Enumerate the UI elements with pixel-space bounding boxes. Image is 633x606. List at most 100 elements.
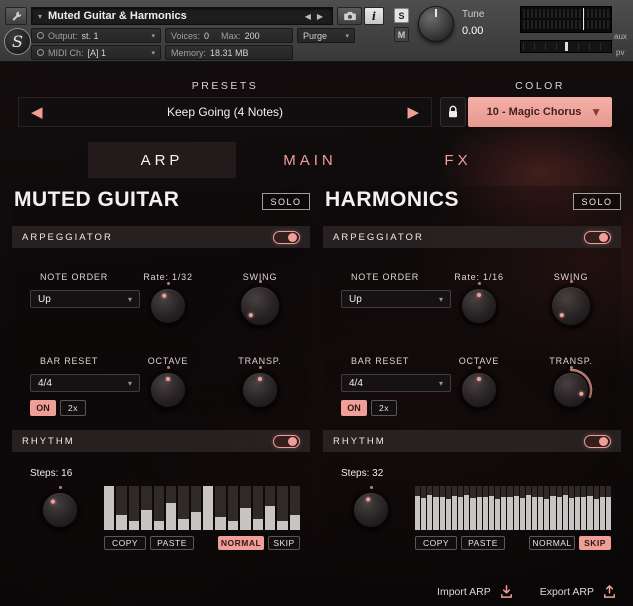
tune-value[interactable]: 0.00: [462, 25, 483, 37]
pan-slider[interactable]: [520, 40, 612, 53]
lock-icon: [447, 105, 459, 119]
rhythm-toggle[interactable]: [273, 435, 300, 448]
octave-knob[interactable]: [461, 372, 497, 408]
normal-button[interactable]: NORMAL: [218, 536, 264, 550]
copy-button[interactable]: COPY: [415, 536, 457, 550]
color-label: COLOR: [468, 80, 612, 92]
instrument-menu-icon[interactable]: ▾: [38, 12, 42, 21]
output-select[interactable]: Output: st. 1 ▾: [31, 28, 161, 43]
aux-label[interactable]: aux: [614, 32, 627, 41]
pv-label[interactable]: pv: [616, 48, 624, 57]
skip-button[interactable]: SKIP: [268, 536, 300, 550]
instrument-title: Muted Guitar & Harmonics: [48, 10, 302, 22]
note-order-select[interactable]: Up ▾: [341, 290, 451, 308]
import-arp-button[interactable]: Import ARP: [437, 584, 514, 599]
arpeggiator-label: ARPEGGIATOR: [22, 232, 113, 243]
rhythm-label: RHYTHM: [22, 436, 75, 447]
tab-main[interactable]: MAIN: [236, 142, 384, 178]
skip-button[interactable]: SKIP: [579, 536, 611, 550]
solo-header-label: S: [398, 11, 404, 21]
rhythm-header: RHYTHM: [12, 430, 310, 452]
rate-knob[interactable]: [150, 288, 186, 324]
transpose-label: TRANSP.: [529, 356, 613, 366]
chevron-down-icon: ▾: [151, 32, 155, 40]
transpose-label: TRANSP.: [218, 356, 302, 366]
kontakt-window: S ▾ Muted Guitar & Harmonics ◀ ▶ i S M T…: [0, 0, 633, 606]
import-arp-label: Import ARP: [437, 586, 491, 598]
purge-menu[interactable]: Purge ▾: [297, 28, 355, 43]
level-meters: [520, 6, 612, 33]
octave-knob[interactable]: [150, 372, 186, 408]
swing-knob[interactable]: [240, 286, 280, 326]
bar-reset-on-button[interactable]: ON: [30, 400, 56, 416]
chevron-down-icon: ▼: [590, 105, 602, 119]
rhythm-toggle[interactable]: [584, 435, 611, 448]
bar-reset-on-button[interactable]: ON: [341, 400, 367, 416]
voices-display: Voices: 0 Max: 200: [165, 28, 293, 43]
bar-reset-2x-button[interactable]: 2x: [60, 400, 86, 416]
rhythm-step-grid[interactable]: [104, 486, 300, 530]
output-icon: [37, 32, 44, 39]
tab-arp[interactable]: ARP: [88, 142, 236, 178]
preset-lock-button[interactable]: [440, 97, 466, 127]
memory-display: Memory: 18.31 MB: [165, 45, 293, 60]
note-order-select[interactable]: Up ▾: [30, 290, 140, 308]
rate-label: Rate: 1/16: [439, 272, 519, 282]
panel-title: MUTED GUITAR: [14, 188, 179, 212]
swing-knob[interactable]: [551, 286, 591, 326]
tune-knob[interactable]: [418, 6, 454, 42]
presets-label: PRESETS: [18, 80, 432, 92]
logo-letter: S: [12, 32, 23, 51]
bar-reset-value: 4/4: [349, 378, 363, 389]
toggle-knob: [288, 233, 297, 242]
paste-button[interactable]: PASTE: [150, 536, 194, 550]
toggle-knob: [599, 233, 608, 242]
mute-header-button[interactable]: M: [394, 27, 409, 42]
rhythm-steps-knob[interactable]: [353, 492, 389, 528]
rhythm-step-grid[interactable]: [415, 486, 611, 530]
export-arp-button[interactable]: Export ARP: [540, 584, 617, 599]
info-button[interactable]: i: [364, 7, 384, 25]
bar-reset-value: 4/4: [38, 378, 52, 389]
memory-value: 18.31 MB: [210, 48, 249, 58]
rhythm-label: RHYTHM: [333, 436, 386, 447]
prev-instrument-icon[interactable]: ◀: [302, 12, 314, 21]
wrench-icon: [10, 10, 23, 23]
tab-fx[interactable]: FX: [384, 142, 532, 178]
color-select[interactable]: 10 - Magic Chorus ▼: [468, 97, 612, 127]
chevron-down-icon: ▾: [128, 379, 132, 388]
pan-handle[interactable]: [565, 42, 568, 51]
next-instrument-icon[interactable]: ▶: [314, 12, 326, 21]
instrument-title-bar[interactable]: ▾ Muted Guitar & Harmonics ◀ ▶: [31, 7, 333, 25]
arpeggiator-toggle[interactable]: [273, 231, 300, 244]
arpeggiator-header: ARPEGGIATOR: [12, 226, 310, 248]
tab-arp-label: ARP: [141, 152, 184, 169]
bar-reset-select[interactable]: 4/4 ▾: [30, 374, 140, 392]
transpose-knob[interactable]: [242, 372, 278, 408]
output-value: st. 1: [82, 31, 99, 41]
copy-button[interactable]: COPY: [104, 536, 146, 550]
solo-header-button[interactable]: S: [394, 8, 409, 23]
midi-channel-select[interactable]: MIDI Ch: [A] 1 ▾: [31, 45, 161, 60]
rate-knob[interactable]: [461, 288, 497, 324]
paste-button[interactable]: PASTE: [461, 536, 505, 550]
normal-button[interactable]: NORMAL: [529, 536, 575, 550]
transpose-knob[interactable]: [553, 372, 589, 408]
chevron-down-icon: ▾: [151, 49, 155, 57]
preset-selector[interactable]: ◀ Keep Going (4 Notes) ▶: [18, 97, 432, 127]
solo-button[interactable]: SOLO: [262, 193, 310, 210]
preset-next-icon[interactable]: ▶: [407, 105, 419, 120]
edit-instrument-button[interactable]: [5, 7, 27, 25]
octave-label: OCTAVE: [439, 356, 519, 366]
preset-name[interactable]: Keep Going (4 Notes): [167, 105, 283, 119]
solo-button[interactable]: SOLO: [573, 193, 621, 210]
preset-prev-icon[interactable]: ◀: [31, 105, 43, 120]
arpeggiator-toggle[interactable]: [584, 231, 611, 244]
rhythm-steps-knob[interactable]: [42, 492, 78, 528]
rate-label: Rate: 1/32: [128, 272, 208, 282]
snapshot-button[interactable]: [337, 7, 362, 25]
tune-label: Tune: [462, 9, 484, 20]
bar-reset-select[interactable]: 4/4 ▾: [341, 374, 451, 392]
bar-reset-2x-button[interactable]: 2x: [371, 400, 397, 416]
steps-count-label: Steps: 16: [30, 468, 72, 479]
